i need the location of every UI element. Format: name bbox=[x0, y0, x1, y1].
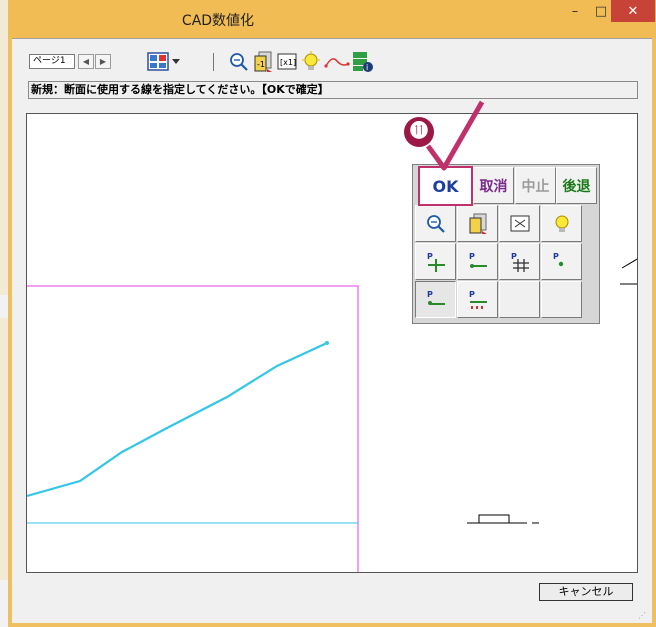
undo-button[interactable]: 後退 bbox=[556, 167, 597, 204]
toolbar: ページ1 ◀ ▶ -1 [x1] i bbox=[12, 38, 652, 81]
page-number-icon[interactable] bbox=[457, 205, 498, 242]
svg-text:-1: -1 bbox=[257, 60, 265, 69]
window-title: CAD数値化 bbox=[181, 13, 255, 29]
page-select[interactable]: ページ1 bbox=[29, 54, 75, 69]
next-page-button[interactable]: ▶ bbox=[95, 54, 111, 69]
toolbar-separator bbox=[213, 53, 214, 71]
svg-text:P: P bbox=[511, 252, 517, 261]
point-line-icon[interactable]: P bbox=[457, 243, 498, 280]
svg-text:[x1]: [x1] bbox=[280, 58, 296, 67]
stop-button[interactable]: 中止 bbox=[515, 167, 556, 204]
instruction-prompt: 新規：断面に使用する線を指定してください。【OKで確定】 bbox=[28, 81, 638, 99]
window-client-area: ページ1 ◀ ▶ -1 [x1] i 新規：断面に使用する線を指定してください。… bbox=[12, 38, 652, 623]
zoom-icon[interactable] bbox=[415, 205, 456, 242]
point-snap-icon[interactable]: P bbox=[541, 243, 582, 280]
prev-page-button[interactable]: ◀ bbox=[78, 54, 94, 69]
grid-point-icon[interactable]: P bbox=[499, 243, 540, 280]
resize-grip-icon[interactable]: ⋰ bbox=[638, 611, 646, 620]
edge-mark-line bbox=[621, 258, 637, 269]
empty-slot bbox=[499, 281, 540, 318]
info-icon[interactable]: i bbox=[352, 51, 374, 73]
svg-text:P: P bbox=[469, 290, 475, 299]
point-dimension-icon[interactable]: P bbox=[457, 281, 498, 318]
empty-slot bbox=[541, 281, 582, 318]
svg-text:i: i bbox=[366, 63, 368, 72]
svg-text:P: P bbox=[469, 252, 475, 261]
light-bulb-icon[interactable] bbox=[541, 205, 582, 242]
close-button[interactable]: ✕ bbox=[611, 0, 655, 22]
fit-scale-icon[interactable] bbox=[499, 205, 540, 242]
cancel-button[interactable]: キャンセル bbox=[539, 583, 633, 601]
svg-text:P: P bbox=[427, 290, 433, 299]
fit-scale-icon[interactable]: [x1] bbox=[276, 51, 298, 73]
section-frame bbox=[27, 285, 359, 572]
point-add-icon[interactable]: P bbox=[415, 243, 456, 280]
svg-text:P: P bbox=[553, 252, 559, 261]
svg-text:P: P bbox=[427, 252, 433, 261]
chevron-down-icon[interactable] bbox=[169, 51, 183, 73]
small-symbol bbox=[478, 514, 510, 524]
point-end-line-icon[interactable]: P bbox=[415, 281, 456, 318]
curve-icon[interactable] bbox=[324, 51, 350, 73]
trace-endpoint bbox=[325, 341, 329, 345]
zoom-icon[interactable] bbox=[228, 51, 250, 73]
step-badge: ⓫ bbox=[404, 117, 434, 147]
layout-icon[interactable] bbox=[147, 51, 169, 73]
page-number-icon[interactable]: -1 bbox=[252, 51, 274, 73]
traced-profile-line bbox=[27, 342, 328, 498]
light-bulb-icon[interactable] bbox=[300, 51, 322, 73]
minimize-button[interactable]: – bbox=[562, 0, 588, 22]
title-bar[interactable]: CAD数値化 – □ ✕ bbox=[8, 0, 656, 38]
